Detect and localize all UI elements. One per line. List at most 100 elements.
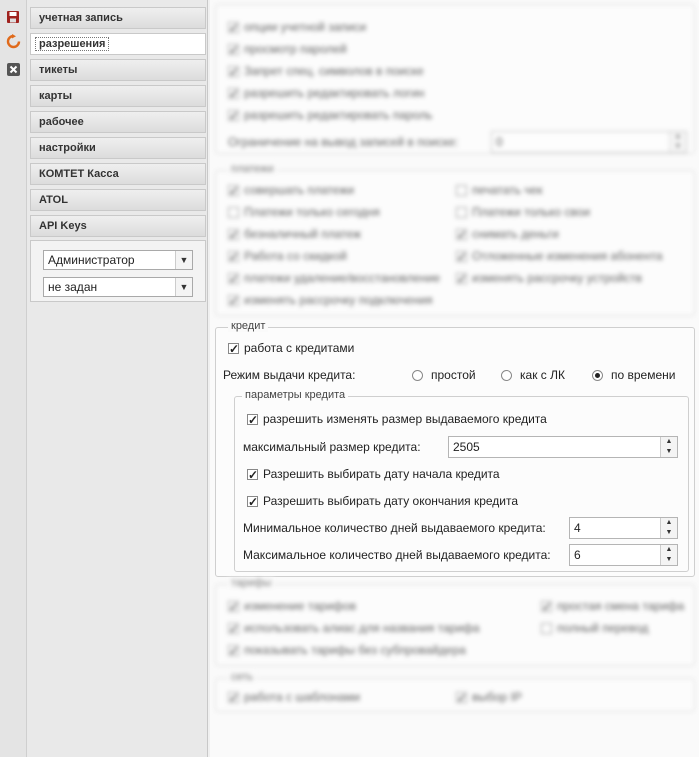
checkbox[interactable]	[228, 19, 239, 37]
network-option[interactable]: работа с шаблонами	[228, 688, 360, 707]
refresh-icon[interactable]	[5, 33, 21, 49]
account-option[interactable]: разрешить редактировать пароль	[228, 106, 432, 125]
checkbox[interactable]	[456, 185, 467, 196]
max-size-input[interactable]: 2505 ▲ ▼	[448, 436, 678, 458]
nav-item-komtet[interactable]: КОМТЕТ Касса	[30, 163, 206, 185]
close-icon[interactable]	[5, 61, 21, 77]
search-limit-label: Ограничение на вывод записей в поиске:	[228, 135, 459, 149]
allow-change-size-option[interactable]: разрешить изменять размер выдаваемого кр…	[247, 410, 547, 429]
nav-item-tickets[interactable]: тикеты	[30, 59, 206, 81]
work-with-credits-option[interactable]: работа с кредитами	[228, 339, 354, 358]
checkbox[interactable]	[456, 248, 467, 266]
search-limit-input[interactable]: 0 ▲ ▼	[491, 131, 687, 153]
payment-option[interactable]: печатать чек	[456, 181, 542, 199]
checkbox[interactable]	[456, 270, 467, 288]
credit-legend: кредит	[228, 320, 269, 332]
tariff-option[interactable]: использовать алиас для названия тарифа	[228, 619, 480, 638]
payment-option[interactable]: снимать деньги	[456, 225, 559, 244]
nav-item-account[interactable]: учетная запись	[30, 7, 206, 29]
checkbox[interactable]	[228, 248, 239, 266]
checkbox[interactable]	[456, 207, 467, 218]
option-label: изменять рассрочку подключения	[244, 293, 433, 307]
nav-item-atol[interactable]: ATOL	[30, 189, 206, 211]
payment-option[interactable]: Отложенные изменения абонента	[456, 247, 663, 266]
checkbox[interactable]	[228, 63, 239, 81]
max-size-value: 2505	[453, 440, 480, 454]
payment-option[interactable]: изменять рассрочку устройств	[456, 269, 643, 288]
network-option[interactable]: выбор IP	[456, 688, 522, 707]
checkbox[interactable]	[228, 107, 239, 125]
account-option[interactable]: опции учетной записи	[228, 18, 367, 37]
radio-button[interactable]	[501, 370, 512, 381]
max-days-input[interactable]: 6 ▲ ▼	[569, 544, 678, 566]
nav-item-work[interactable]: рабочее	[30, 111, 206, 133]
radio-button[interactable]	[592, 370, 603, 381]
max-days-value: 6	[574, 548, 581, 562]
checkbox[interactable]	[228, 226, 239, 244]
option-label: Разрешить выбирать дату начала кредита	[263, 467, 500, 481]
nav-item-label: ATOL	[39, 194, 68, 206]
credit-mode-simple[interactable]: простой	[412, 366, 476, 384]
option-label: Платежи только сегодня	[244, 205, 380, 219]
nav-item-api-keys[interactable]: API Keys	[30, 215, 206, 237]
tariff-option[interactable]: полный перевод	[541, 619, 648, 637]
spinner-icon[interactable]: ▲ ▼	[660, 437, 677, 457]
account-option[interactable]: Запрет спец. символов в поиске	[228, 62, 424, 81]
tariff-option[interactable]: простая смена тарифа	[541, 597, 684, 616]
min-days-input[interactable]: 4 ▲ ▼	[569, 517, 678, 539]
account-option[interactable]: разрешить редактировать логин	[228, 84, 424, 103]
option-label: изменять рассрочку устройств	[472, 271, 643, 285]
checkbox[interactable]	[228, 620, 239, 638]
payment-option[interactable]: платежи удаление/восстановление	[228, 269, 440, 288]
option-label: снимать деньги	[472, 227, 559, 241]
checkbox[interactable]	[228, 207, 239, 218]
nav-item-cards[interactable]: карты	[30, 85, 206, 107]
payment-option[interactable]: совершать платежи	[228, 181, 354, 200]
nav-item-label: КОМТЕТ Касса	[39, 168, 119, 180]
nav-item-label: API Keys	[39, 220, 87, 232]
checkbox[interactable]	[247, 493, 258, 511]
spinner-icon[interactable]: ▲ ▼	[660, 518, 677, 538]
account-option[interactable]: просмотр паролей	[228, 40, 347, 59]
checkbox[interactable]	[228, 292, 239, 310]
payment-option[interactable]: Платежи только сегодня	[228, 203, 380, 221]
checkbox[interactable]	[228, 340, 239, 358]
secondary-select-value: не задан	[48, 280, 98, 294]
checkbox[interactable]	[456, 689, 467, 707]
allow-end-date-option[interactable]: Разрешить выбирать дату окончания кредит…	[247, 492, 518, 511]
credit-mode-like-lk[interactable]: как с ЛК	[501, 366, 565, 384]
checkbox[interactable]	[228, 85, 239, 103]
option-label: опции учетной записи	[244, 20, 367, 34]
allow-start-date-option[interactable]: Разрешить выбирать дату начала кредита	[247, 465, 500, 484]
tariff-option[interactable]: показывать тарифы без субпровайдера	[228, 641, 466, 660]
checkbox[interactable]	[456, 226, 467, 244]
checkbox[interactable]	[541, 598, 552, 616]
spinner-icon[interactable]: ▲ ▼	[660, 545, 677, 565]
option-label: печатать чек	[472, 183, 543, 197]
radio-button[interactable]	[412, 370, 423, 381]
checkbox[interactable]	[228, 182, 239, 200]
payment-option[interactable]: Платежи только свои	[456, 203, 590, 221]
spinner-icon[interactable]: ▲ ▼	[669, 132, 686, 152]
payment-option[interactable]: безналичный платеж	[228, 225, 361, 244]
checkbox[interactable]	[247, 411, 258, 429]
option-label: Отложенные изменения абонента	[472, 249, 663, 263]
secondary-select[interactable]: не задан ▼	[43, 277, 193, 297]
nav-item-settings[interactable]: настройки	[30, 137, 206, 159]
checkbox[interactable]	[228, 41, 239, 59]
nav-item-permissions[interactable]: разрешения	[30, 33, 206, 55]
checkbox[interactable]	[228, 689, 239, 707]
checkbox[interactable]	[228, 598, 239, 616]
checkbox[interactable]	[228, 270, 239, 288]
side-toolbar	[0, 0, 27, 757]
checkbox[interactable]	[228, 642, 239, 660]
max-days-label: Максимальное количество дней выдаваемого…	[243, 548, 551, 562]
tariff-option[interactable]: изменение тарифов	[228, 597, 356, 616]
credit-mode-by-time[interactable]: по времени	[592, 366, 675, 384]
checkbox[interactable]	[247, 466, 258, 484]
checkbox[interactable]	[541, 623, 552, 634]
payment-option[interactable]: Работа со скидкой	[228, 247, 347, 266]
save-icon[interactable]	[5, 9, 21, 25]
payment-option[interactable]: изменять рассрочку подключения	[228, 291, 433, 310]
role-select[interactable]: Администратор ▼	[43, 250, 193, 270]
